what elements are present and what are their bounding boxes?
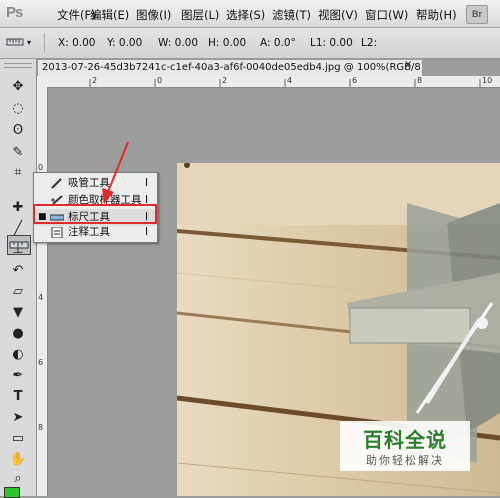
rectangle-tool-icon[interactable]: ▭	[9, 429, 27, 447]
flyout-item-eyedropper[interactable]: 吸管工具 I	[34, 175, 157, 192]
ruler-label: 6	[352, 76, 358, 85]
options-bar: ▾ X: 0.00 Y: 0.00 W: 0.00 H: 0.00 A: 0.0…	[0, 28, 500, 59]
flyout-label: 注释工具	[68, 226, 110, 238]
menu-view[interactable]: 视图(V)	[318, 7, 358, 23]
blur-tool-icon[interactable]: ●	[9, 324, 27, 342]
toolbox-grip[interactable]	[4, 63, 32, 68]
photoshop-logo: Ps	[6, 4, 23, 21]
w-readout: W: 0.00	[158, 37, 199, 49]
bridge-button[interactable]: Br	[466, 5, 488, 24]
menu-filter[interactable]: 滤镜(T)	[272, 7, 311, 23]
toolbox: ✥ ◌ ʘ ✎ ⌗ ✚ ╱ ⊥ ↶ ▱ ▼ ● ◐ ✒ T ➤ ▭ ✋ ⌕	[0, 59, 37, 498]
document-close-icon[interactable]: ×	[404, 59, 412, 70]
flyout-shortcut: I	[145, 177, 149, 189]
ruler-label: 8	[417, 76, 423, 85]
brush-tool-icon[interactable]: ╱	[9, 219, 27, 237]
clone-stamp-tool-icon[interactable]: ⊥	[9, 240, 27, 258]
flyout-item-note[interactable]: 注释工具 I	[34, 224, 157, 241]
l2-readout: L2:	[361, 37, 378, 49]
highlight-annotation-box	[33, 204, 157, 224]
angle-readout: A: 0.0°	[260, 37, 296, 49]
ruler-label: 0	[157, 76, 163, 85]
quick-select-tool-icon[interactable]: ✎	[9, 143, 27, 161]
menu-layer[interactable]: 图层(L)	[181, 7, 219, 23]
note-icon	[50, 226, 64, 239]
watermark: 百科全说 助你轻松解决	[340, 421, 470, 471]
horizontal-ruler[interactable]: 2 0 2 4 6 8 10	[47, 76, 500, 88]
ruler-label: 2	[92, 76, 98, 85]
h-readout: H: 0.00	[208, 37, 247, 49]
ruler-label: 2	[222, 76, 228, 85]
ruler-label: 0	[38, 163, 44, 172]
lasso-tool-icon[interactable]: ʘ	[9, 121, 27, 139]
dodge-tool-icon[interactable]: ◐	[9, 345, 27, 363]
menu-select[interactable]: 选择(S)	[226, 7, 265, 23]
l1-readout: L1: 0.00	[310, 37, 353, 49]
y-readout: Y: 0.00	[107, 37, 143, 49]
flyout-shortcut: I	[145, 226, 149, 238]
menu-bar: Ps 文件(F) 编辑(E) 图像(I) 图层(L) 选择(S) 滤镜(T) 视…	[0, 0, 500, 28]
menu-help[interactable]: 帮助(H)	[416, 7, 457, 23]
history-brush-tool-icon[interactable]: ↶	[9, 261, 27, 279]
watermark-title: 百科全说	[363, 428, 447, 452]
marquee-tool-icon[interactable]: ◌	[9, 99, 27, 117]
eraser-tool-icon[interactable]: ▱	[9, 282, 27, 300]
x-readout: X: 0.00	[58, 37, 96, 49]
pen-tool-icon[interactable]: ✒	[9, 366, 27, 384]
ruler-label: 4	[287, 76, 293, 85]
divider	[44, 33, 45, 53]
annotation-arrow-icon	[102, 141, 129, 204]
eyedropper-icon	[50, 178, 64, 189]
watermark-subtitle: 助你轻松解决	[366, 454, 444, 467]
spot-healing-tool-icon[interactable]: ✚	[9, 198, 27, 216]
preset-dropdown-icon[interactable]: ▾	[27, 38, 31, 47]
ruler-label: 6	[38, 358, 44, 367]
paint-bucket-tool-icon[interactable]: ▼	[9, 303, 27, 321]
hand-tool-icon[interactable]: ✋	[9, 450, 27, 468]
foreground-color-swatch[interactable]	[4, 487, 20, 498]
document-tab[interactable]: 2013-07-26-45d3b7241c-c1ef-40a3-af6f-004…	[37, 59, 423, 76]
ruler-label: 10	[482, 76, 493, 85]
menu-window[interactable]: 窗口(W)	[365, 7, 408, 23]
ruler-origin[interactable]	[37, 76, 47, 87]
path-selection-tool-icon[interactable]: ➤	[9, 408, 27, 426]
vertical-ruler[interactable]: 0 2 4 6 8	[37, 87, 48, 496]
ruler-label: 4	[38, 293, 44, 302]
ruler-tool-preset-icon[interactable]	[6, 34, 24, 50]
move-tool-icon[interactable]: ✥	[9, 77, 27, 95]
menu-edit[interactable]: 编辑(E)	[90, 7, 129, 23]
crop-tool-icon[interactable]: ⌗	[9, 163, 27, 181]
ruler-label: 8	[38, 423, 44, 432]
menu-image[interactable]: 图像(I)	[136, 7, 171, 23]
zoom-tool-icon[interactable]: ⌕	[9, 469, 27, 487]
type-tool-icon[interactable]: T	[9, 387, 27, 405]
